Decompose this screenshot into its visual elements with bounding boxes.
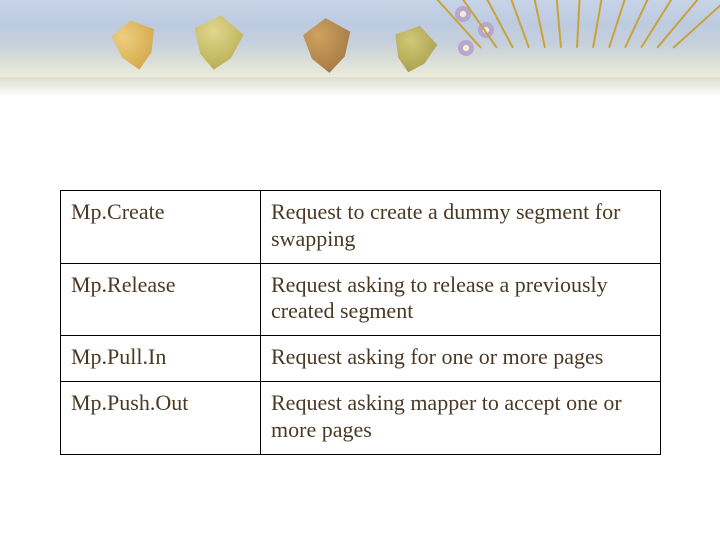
method-name: Mp.Push.Out bbox=[61, 382, 261, 455]
method-desc: Request asking for one or more pages bbox=[261, 336, 661, 382]
leaf-icon bbox=[298, 16, 357, 75]
method-name: Mp.Release bbox=[61, 263, 261, 336]
method-name: Mp.Create bbox=[61, 191, 261, 264]
grass-cluster bbox=[470, 0, 700, 95]
flower-icon bbox=[458, 40, 474, 56]
table-row: Mp.Create Request to create a dummy segm… bbox=[61, 191, 661, 264]
table-row: Mp.Push.Out Request asking mapper to acc… bbox=[61, 382, 661, 455]
flower-icon bbox=[455, 6, 471, 22]
leaf-icon bbox=[106, 16, 164, 74]
decorative-banner bbox=[0, 0, 720, 95]
table-row: Mp.Release Request asking to release a p… bbox=[61, 263, 661, 336]
method-desc: Request asking to release a previously c… bbox=[261, 263, 661, 336]
method-desc: Request to create a dummy segment for sw… bbox=[261, 191, 661, 264]
leaf-icon bbox=[385, 20, 443, 78]
leaf-icon bbox=[186, 11, 248, 73]
method-table: Mp.Create Request to create a dummy segm… bbox=[60, 190, 661, 455]
method-desc: Request asking mapper to accept one or m… bbox=[261, 382, 661, 455]
method-name: Mp.Pull.In bbox=[61, 336, 261, 382]
table-row: Mp.Pull.In Request asking for one or mor… bbox=[61, 336, 661, 382]
content-area: Mp.Create Request to create a dummy segm… bbox=[60, 190, 660, 455]
flower-icon bbox=[478, 22, 494, 38]
